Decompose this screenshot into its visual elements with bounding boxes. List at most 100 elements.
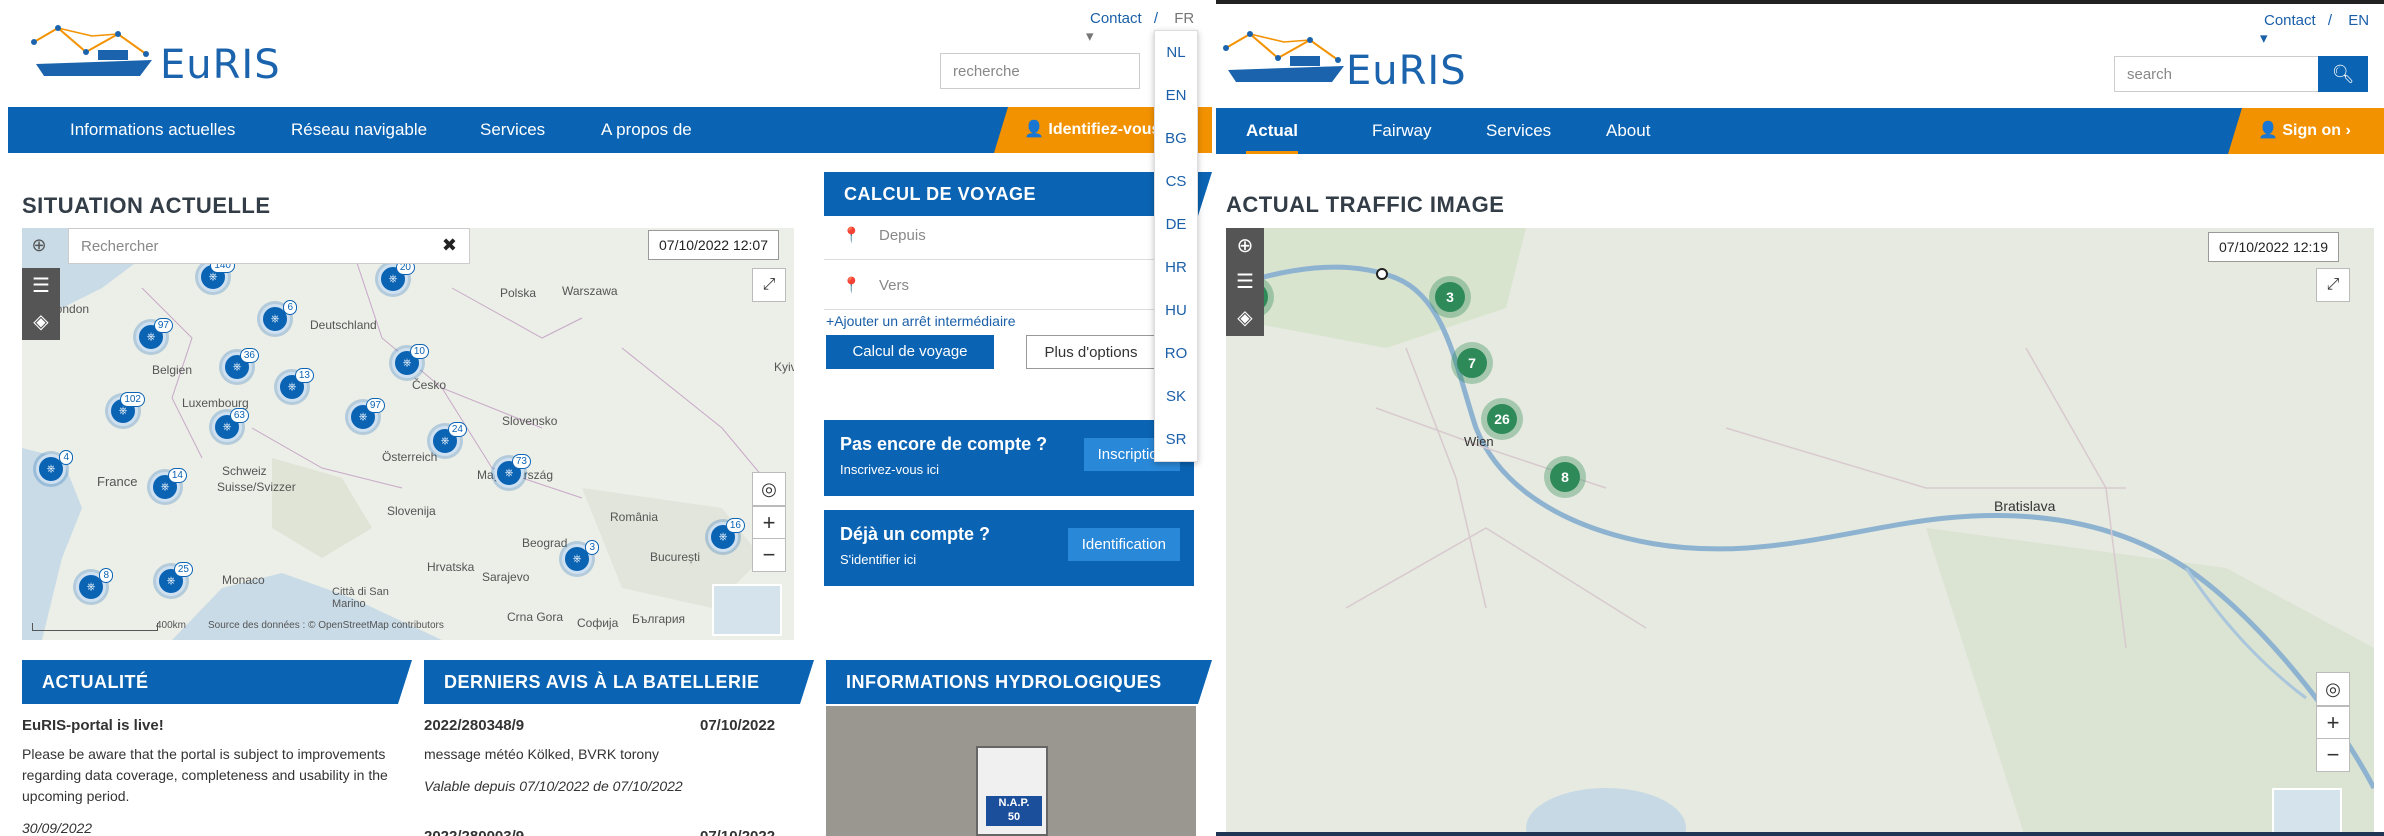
europe-map[interactable]: London Belgien Luxembourg France Schweiz… [22, 228, 794, 640]
list-icon[interactable]: ☰ [1226, 264, 1264, 300]
user-icon: 👤 [2258, 122, 2283, 139]
map-search-input[interactable]: Rechercher ✖ [68, 228, 470, 264]
fullscreen-icon[interactable]: ⤢ [2316, 268, 2350, 302]
nav-current-info[interactable]: Informations actuelles [70, 107, 235, 153]
lang-option[interactable]: CS [1155, 160, 1197, 203]
news-headline[interactable]: EuRIS-portal is live! [22, 715, 164, 736]
vessel-cluster[interactable]: ⎈ 8 [76, 568, 113, 602]
notice-message: message météo Kölked, BVRK torony [424, 746, 660, 762]
contact-link[interactable]: Contact [1090, 10, 1142, 27]
vessel-cluster[interactable]: ⎈ 24 [430, 422, 467, 456]
vessel-cluster[interactable]: ⎈ 73 [494, 454, 531, 488]
vessel-cluster[interactable]: 3 [1429, 276, 1471, 318]
vessel-cluster[interactable]: ⎈ 20 [378, 260, 415, 294]
nav-services[interactable]: Services [480, 107, 545, 153]
layers-icon[interactable]: ◈ [1226, 300, 1264, 336]
notice-id[interactable]: 2022/280348/9 [424, 715, 524, 736]
calculate-voyage-button[interactable]: Calcul de voyage [826, 335, 994, 369]
lang-option[interactable]: HU [1155, 289, 1197, 332]
gauge-sign: N.A.P. 50 [976, 746, 1048, 836]
vessel-cluster[interactable]: ⎈ 6 [260, 300, 297, 334]
nav-services[interactable]: Services [1486, 108, 1551, 154]
pin-icon: 📍 [842, 227, 861, 244]
zoom-search-icon[interactable]: ⊕ [22, 228, 56, 262]
map-background [1226, 228, 2374, 836]
nav-about[interactable]: About [1606, 108, 1650, 154]
to-field[interactable]: 📍 Vers [824, 262, 1194, 310]
fullscreen-icon[interactable]: ⤢ [752, 268, 786, 302]
map-label: Beograd [522, 536, 568, 550]
map-label: Polska [500, 286, 537, 300]
vessel-cluster[interactable]: ⎈ 14 [150, 468, 187, 502]
sign-on-button[interactable]: 👤 Sign on › [2228, 108, 2384, 154]
lang-option[interactable]: RO [1155, 332, 1197, 375]
vessel-cluster[interactable]: ⎈ 140 [198, 258, 235, 292]
vessel-cluster[interactable]: ⎈ 4 [36, 450, 73, 484]
notice-id[interactable]: 2022/280003/9 [424, 826, 524, 836]
map-label: București [650, 550, 701, 564]
traffic-map[interactable]: Wien Bratislava 2 3 7 26 8 ⊕ ☰ ◈ 07/10/2… [1226, 228, 2374, 836]
login-button[interactable]: Identification [1067, 528, 1180, 561]
layers-icon[interactable]: ◈ [22, 304, 60, 340]
vessel-cluster[interactable]: ⎈ 97 [136, 318, 173, 352]
nav-about[interactable]: A propos de [601, 107, 692, 153]
zoom-out-button[interactable]: − [752, 538, 786, 572]
vessel-cluster[interactable]: ⎈ 10 [392, 344, 429, 378]
map-label: Crna Gora [507, 610, 564, 624]
vessel-cluster[interactable]: ⎈ 13 [277, 368, 314, 402]
zoom-out-button[interactable]: − [2316, 738, 2350, 772]
vessel-cluster[interactable]: ⎈ 3 [562, 540, 599, 574]
search-input[interactable]: search [2114, 56, 2324, 92]
contact-link[interactable]: Contact [2264, 12, 2316, 29]
scale-label: 400km [156, 620, 187, 631]
locate-icon[interactable]: ◎ [752, 472, 786, 506]
nav-actual[interactable]: Actual [1246, 108, 1298, 154]
vessel-cluster[interactable]: ⎈ 25 [156, 562, 193, 596]
scale-bar [32, 623, 158, 631]
lang-option[interactable]: BG [1155, 117, 1197, 160]
nav-fairway[interactable]: Fairway [1372, 108, 1432, 154]
vessel-cluster[interactable]: 7 [1451, 342, 1493, 384]
add-stop-link[interactable]: +Ajouter un arrêt intermédiaire [826, 313, 1016, 329]
map-label: Schweiz [222, 464, 267, 478]
minimap[interactable] [712, 584, 782, 636]
login-title: Déjà un compte ? [840, 524, 991, 544]
nav-fairway[interactable]: Réseau navigable [291, 107, 427, 153]
euris-logo-icon [31, 25, 152, 76]
lang-option[interactable]: DE [1155, 203, 1197, 246]
zoom-search-icon[interactable]: ⊕ [1226, 228, 1264, 264]
search-icon[interactable]: 🔍︎ [2318, 56, 2368, 92]
main-nav: Actual Fairway Services About 👤 Sign on … [1216, 108, 2384, 154]
vessel-cluster[interactable]: 8 [1544, 456, 1586, 498]
zoom-in-button[interactable]: + [2316, 706, 2350, 740]
vessel-cluster[interactable]: ⎈ 102 [108, 392, 145, 426]
from-field[interactable]: 📍 Depuis [824, 212, 1194, 260]
minimap[interactable] [2272, 788, 2342, 836]
vessel-cluster[interactable]: 26 [1481, 398, 1523, 440]
news-body: Please be aware that the portal is subje… [22, 746, 388, 804]
map-label: Kyiv [774, 360, 794, 374]
lang-option[interactable]: SK [1155, 375, 1197, 418]
vessel-cluster[interactable]: ⎈ 97 [348, 398, 385, 432]
vessel-cluster[interactable]: ⎈ 63 [212, 408, 249, 442]
lang-option[interactable]: NL [1155, 31, 1197, 74]
locate-icon[interactable]: ◎ [2316, 672, 2350, 706]
map-label: Deutschland [310, 318, 377, 332]
map-label: Bratislava [1994, 498, 2056, 514]
search-input[interactable]: recherche [940, 53, 1140, 89]
separator: / [2327, 12, 2333, 29]
lang-option[interactable]: HR [1155, 246, 1197, 289]
vessel-cluster[interactable]: ⎈ 16 [708, 518, 745, 552]
map-timestamp: 07/10/2022 12:07 [648, 230, 779, 260]
map-label: Suisse/Svizzer [217, 480, 296, 494]
clear-search-icon[interactable]: ✖ [442, 235, 457, 256]
map-label: Slovenija [387, 504, 436, 518]
gauge-label: N.A.P. [998, 797, 1030, 809]
more-options-button[interactable]: Plus d'options [1026, 335, 1156, 369]
vessel-cluster[interactable]: ⎈ 36 [222, 348, 259, 382]
list-icon[interactable]: ☰ [22, 268, 60, 304]
lang-option[interactable]: EN [1155, 74, 1197, 117]
location-marker-icon[interactable] [1376, 268, 1388, 280]
lang-option[interactable]: SR [1155, 418, 1197, 461]
zoom-in-button[interactable]: + [752, 506, 786, 540]
